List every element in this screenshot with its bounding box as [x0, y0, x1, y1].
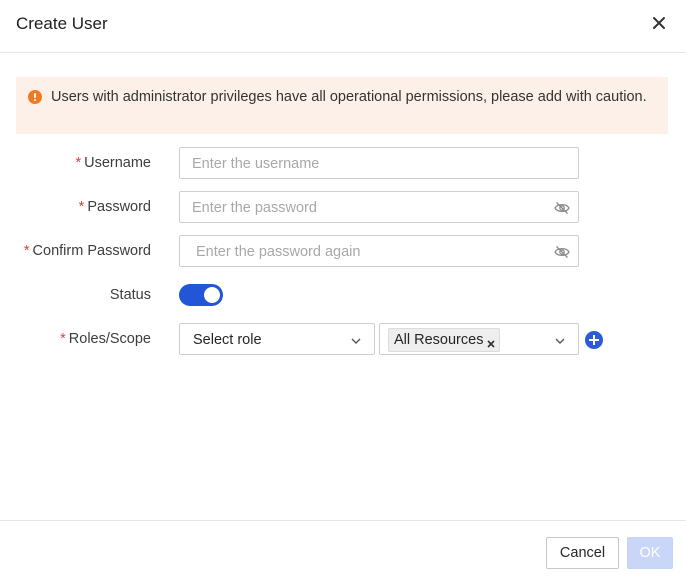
dialog-footer: Cancel OK [0, 520, 686, 576]
warning-alert-text: Users with administrator privileges have… [51, 89, 647, 105]
toggle-knob [204, 287, 220, 303]
username-input[interactable]: Enter the username [179, 147, 579, 179]
chevron-down-icon [350, 334, 362, 346]
chevron-down-icon [554, 334, 566, 346]
status-row: Status [0, 279, 686, 311]
password-label: * Password [78, 199, 151, 215]
password-row: * Password Enter the password [0, 191, 686, 223]
status-label: Status [109, 287, 151, 303]
required-marker: * [60, 331, 66, 347]
username-label: * Username [75, 155, 151, 171]
warning-icon [28, 90, 42, 104]
dialog-title: Create User [16, 14, 108, 33]
required-marker: * [78, 199, 85, 215]
role-select-value: Select role [193, 332, 262, 348]
confirm-password-label: * Confirm Password [23, 243, 151, 259]
tag-remove-icon[interactable] [487, 336, 496, 348]
close-icon[interactable] [650, 14, 668, 32]
dialog-header: Create User [0, 0, 686, 53]
role-select[interactable]: Select role [179, 323, 375, 355]
plus-circle-icon[interactable] [585, 331, 603, 349]
roles-scope-label: * Roles/Scope [60, 331, 151, 347]
scope-tag: All Resources [388, 328, 501, 352]
warning-alert: Users with administrator privileges have… [16, 77, 668, 134]
username-row: * Username Enter the username [0, 147, 686, 179]
scope-tag-label: All Resources [394, 332, 484, 348]
confirm-password-input[interactable]: Enter the password again [179, 235, 579, 267]
password-placeholder: Enter the password [192, 200, 317, 216]
password-input[interactable]: Enter the password [179, 191, 579, 223]
ok-button[interactable]: OK [627, 537, 673, 569]
roles-scope-row: * Roles/Scope Select role All Resources [0, 323, 686, 355]
scope-select[interactable]: All Resources [379, 323, 579, 355]
username-placeholder: Enter the username [192, 156, 320, 172]
create-user-dialog: Create User Users with administrator pri… [0, 0, 686, 576]
confirm-password-row: * Confirm Password Enter the password aga… [0, 235, 686, 267]
eye-hidden-icon[interactable] [554, 201, 570, 215]
required-marker: * [75, 155, 82, 171]
confirm-password-placeholder: Enter the password again [196, 244, 361, 260]
status-toggle[interactable] [179, 284, 223, 306]
eye-hidden-icon[interactable] [554, 245, 570, 259]
required-marker: * [23, 243, 30, 259]
cancel-button[interactable]: Cancel [546, 537, 619, 569]
